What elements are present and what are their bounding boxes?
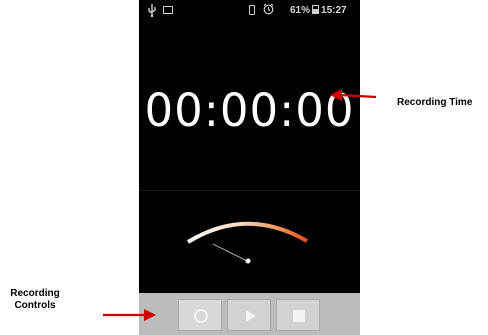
time-arrow xyxy=(330,89,377,101)
recording-time-label: Recording Time xyxy=(397,97,473,108)
recording-controls-label-line2: Controls xyxy=(14,300,56,311)
canvas: 61% 15:27 00:00:00 Recording Time Record… xyxy=(0,0,488,335)
annotation-arrows xyxy=(103,89,377,321)
recording-controls-label: Recording Controls xyxy=(4,288,66,312)
controls-arrow xyxy=(103,309,156,321)
recording-controls-label-line1: Recording xyxy=(10,288,60,299)
